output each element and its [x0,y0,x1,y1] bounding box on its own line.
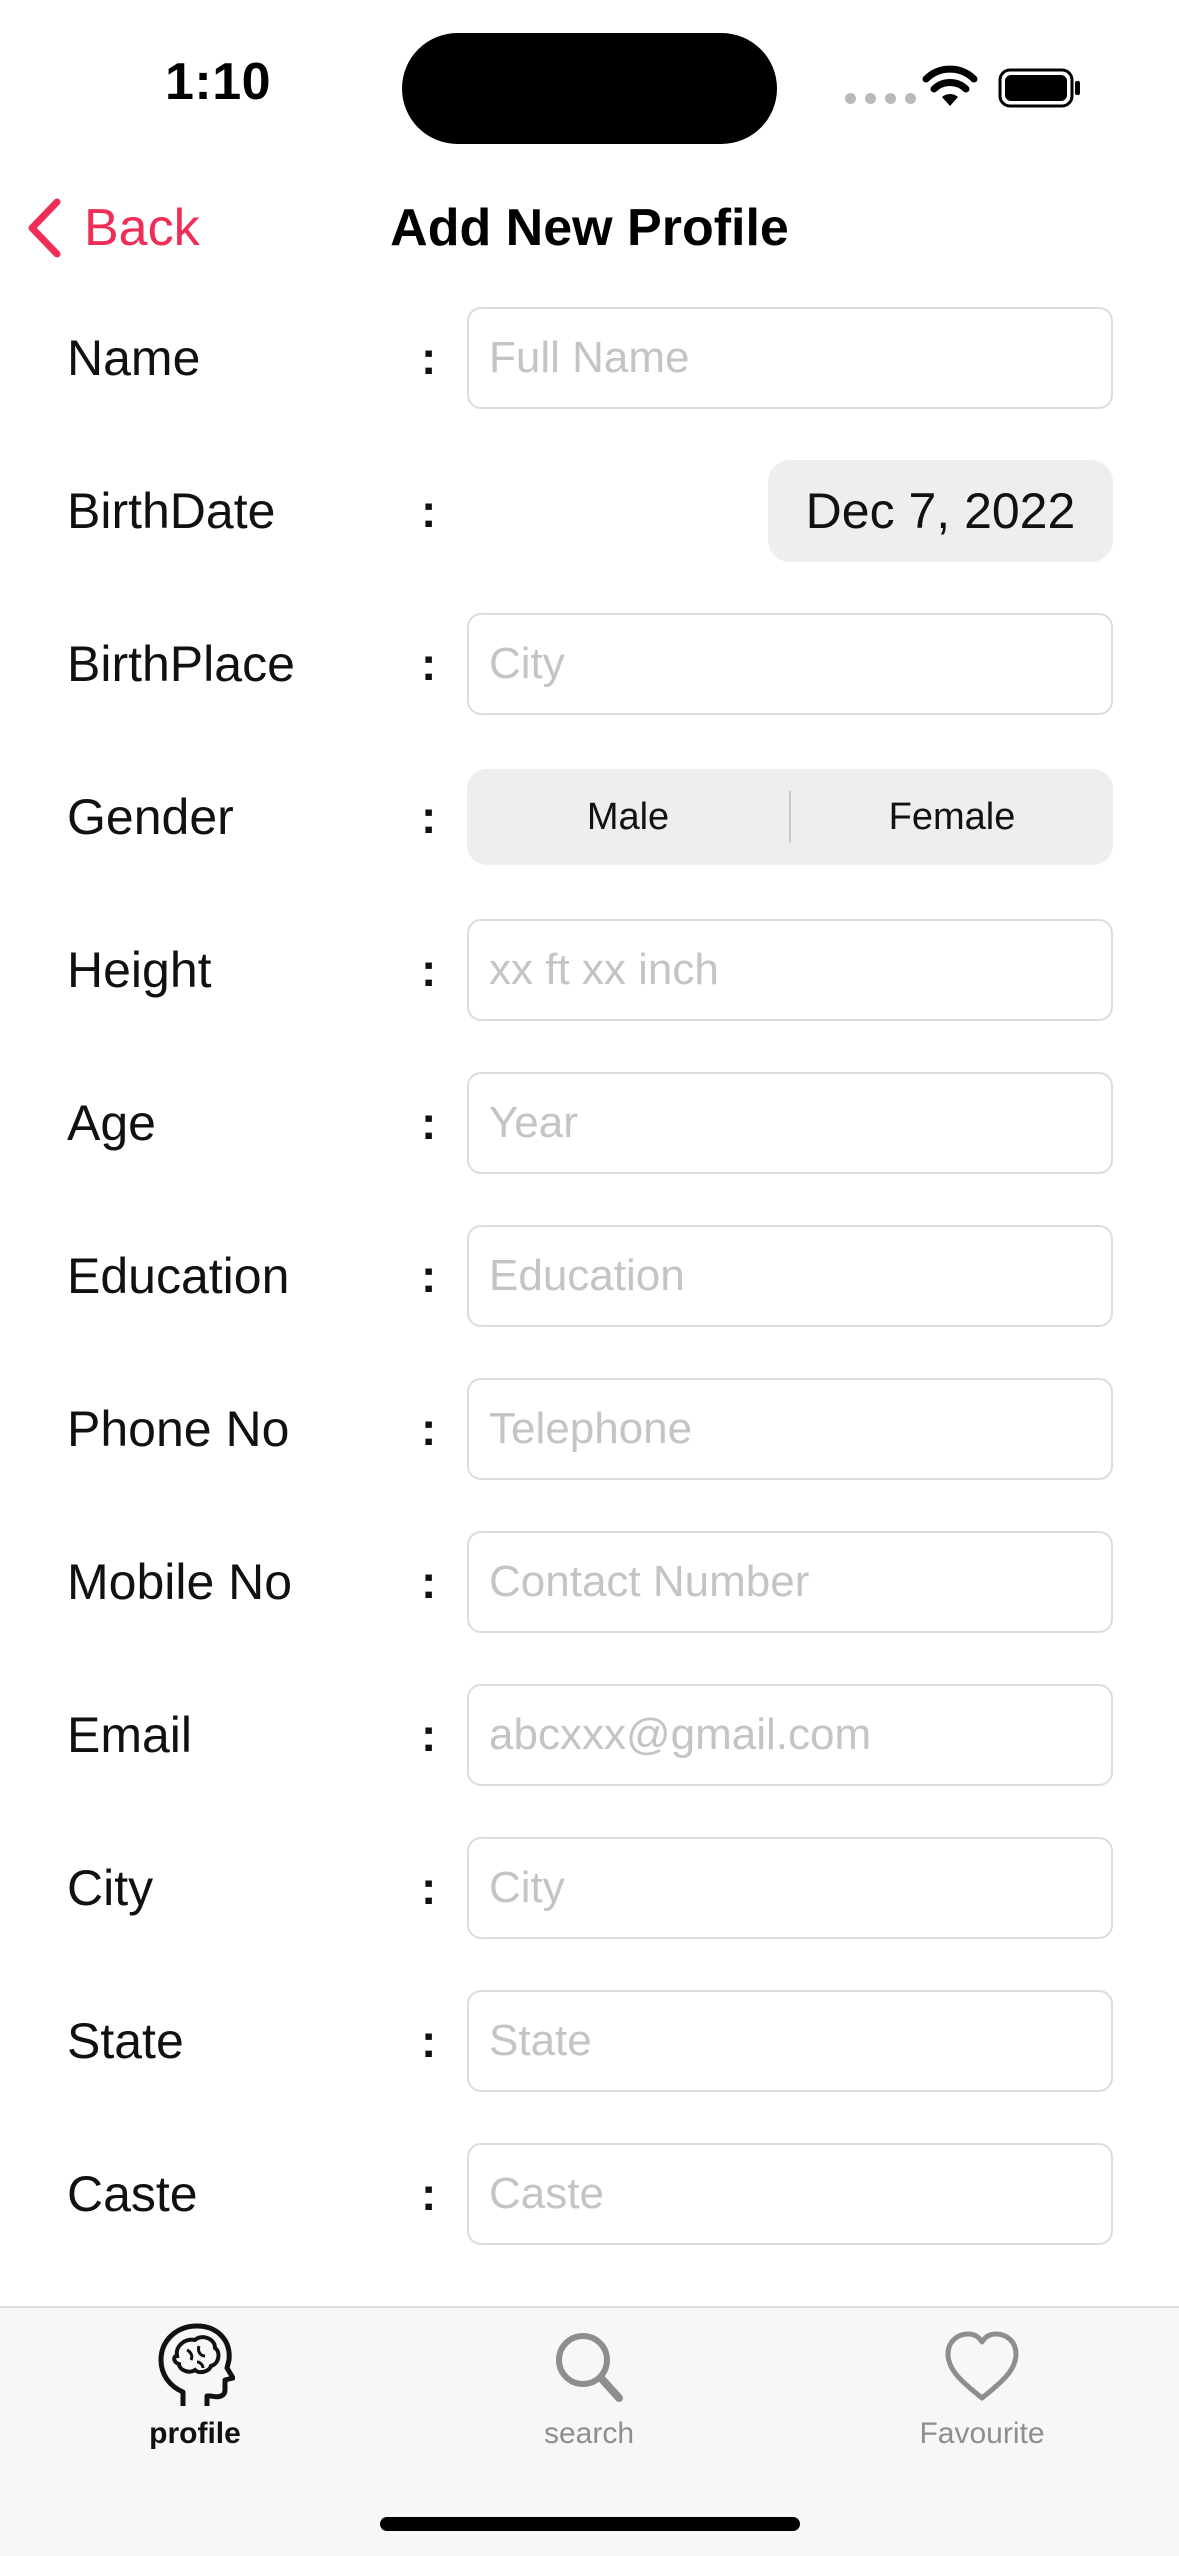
state-label: State [67,2013,184,2069]
heart-icon [945,2331,1019,2401]
height-row: Height : [0,919,1179,1021]
birthplace-label: BirthPlace [67,636,295,692]
mobile-label: Mobile No [67,1554,293,1610]
colon: : [421,1556,437,1608]
colon: : [421,1862,437,1914]
colon: : [421,485,437,537]
phone-input[interactable] [467,1378,1113,1480]
gender-option-male[interactable]: Male [467,796,789,839]
age-input[interactable] [467,1072,1113,1174]
colon: : [421,332,437,384]
gender-label: Gender [67,789,234,845]
birthdate-picker[interactable]: Dec 7, 2022 [768,460,1113,562]
education-row: Education : [0,1225,1179,1327]
colon: : [421,944,437,996]
colon: : [421,2168,437,2220]
brain-head-icon [158,2323,236,2406]
mobile-input[interactable] [467,1531,1113,1633]
colon: : [421,638,437,690]
caste-label: Caste [67,2166,198,2222]
colon: : [421,791,437,843]
mobile-row: Mobile No : [0,1531,1179,1633]
birthplace-input[interactable] [467,613,1113,715]
state-row: State : [0,1990,1179,2092]
gender-row: Gender : Male Female [0,769,1179,871]
education-input[interactable] [467,1225,1113,1327]
home-indicator [380,2517,800,2531]
tab-profile[interactable]: profile [65,2322,325,2451]
status-time: 1:10 [165,53,272,111]
colon: : [421,2015,437,2067]
caste-row: Caste : [0,2143,1179,2245]
tab-label: search [543,2417,635,2450]
phone-row: Phone No : [0,1378,1179,1480]
gender-segmented-control: Male Female [467,769,1113,865]
cellular-signal-icon [845,93,916,104]
email-label: Email [67,1707,193,1763]
wifi-icon [922,65,978,106]
city-input[interactable] [467,1837,1113,1939]
education-label: Education [67,1248,290,1304]
magnifier-icon [556,2333,623,2402]
birthplace-row: BirthPlace : [0,613,1179,715]
colon: : [421,1709,437,1761]
name-input[interactable] [467,307,1113,409]
height-label: Height [67,942,212,998]
gender-option-female[interactable]: Female [791,796,1113,839]
city-label: City [67,1860,154,1916]
height-input[interactable] [467,919,1113,1021]
colon: : [421,1097,437,1149]
birthdate-row: BirthDate : Dec 7, 2022 [0,460,1179,562]
age-row: Age : [0,1072,1179,1174]
birthdate-label: BirthDate [67,483,276,539]
tab-favourite[interactable]: Favourite [852,2322,1112,2451]
name-row: Name : [0,307,1179,409]
colon: : [421,1250,437,1302]
tab-search[interactable]: search [459,2322,719,2451]
phone-label: Phone No [67,1401,290,1457]
page-title: Add New Profile [390,199,789,257]
battery-icon [998,68,1080,108]
age-label: Age [67,1095,156,1151]
name-label: Name [67,330,201,386]
email-row: Email : [0,1684,1179,1786]
dynamic-island [402,33,777,144]
city-row: City : [0,1837,1179,1939]
tab-label: Favourite [919,2417,1045,2450]
email-input[interactable] [467,1684,1113,1786]
colon: : [421,1403,437,1455]
state-input[interactable] [467,1990,1113,2092]
tab-label: profile [149,2417,241,2450]
caste-input[interactable] [467,2143,1113,2245]
page-title-bar: Add New Profile [0,195,1179,261]
add-profile-screen: 1:10 Back Add New Profile Name : BirthDa… [0,0,1179,2556]
